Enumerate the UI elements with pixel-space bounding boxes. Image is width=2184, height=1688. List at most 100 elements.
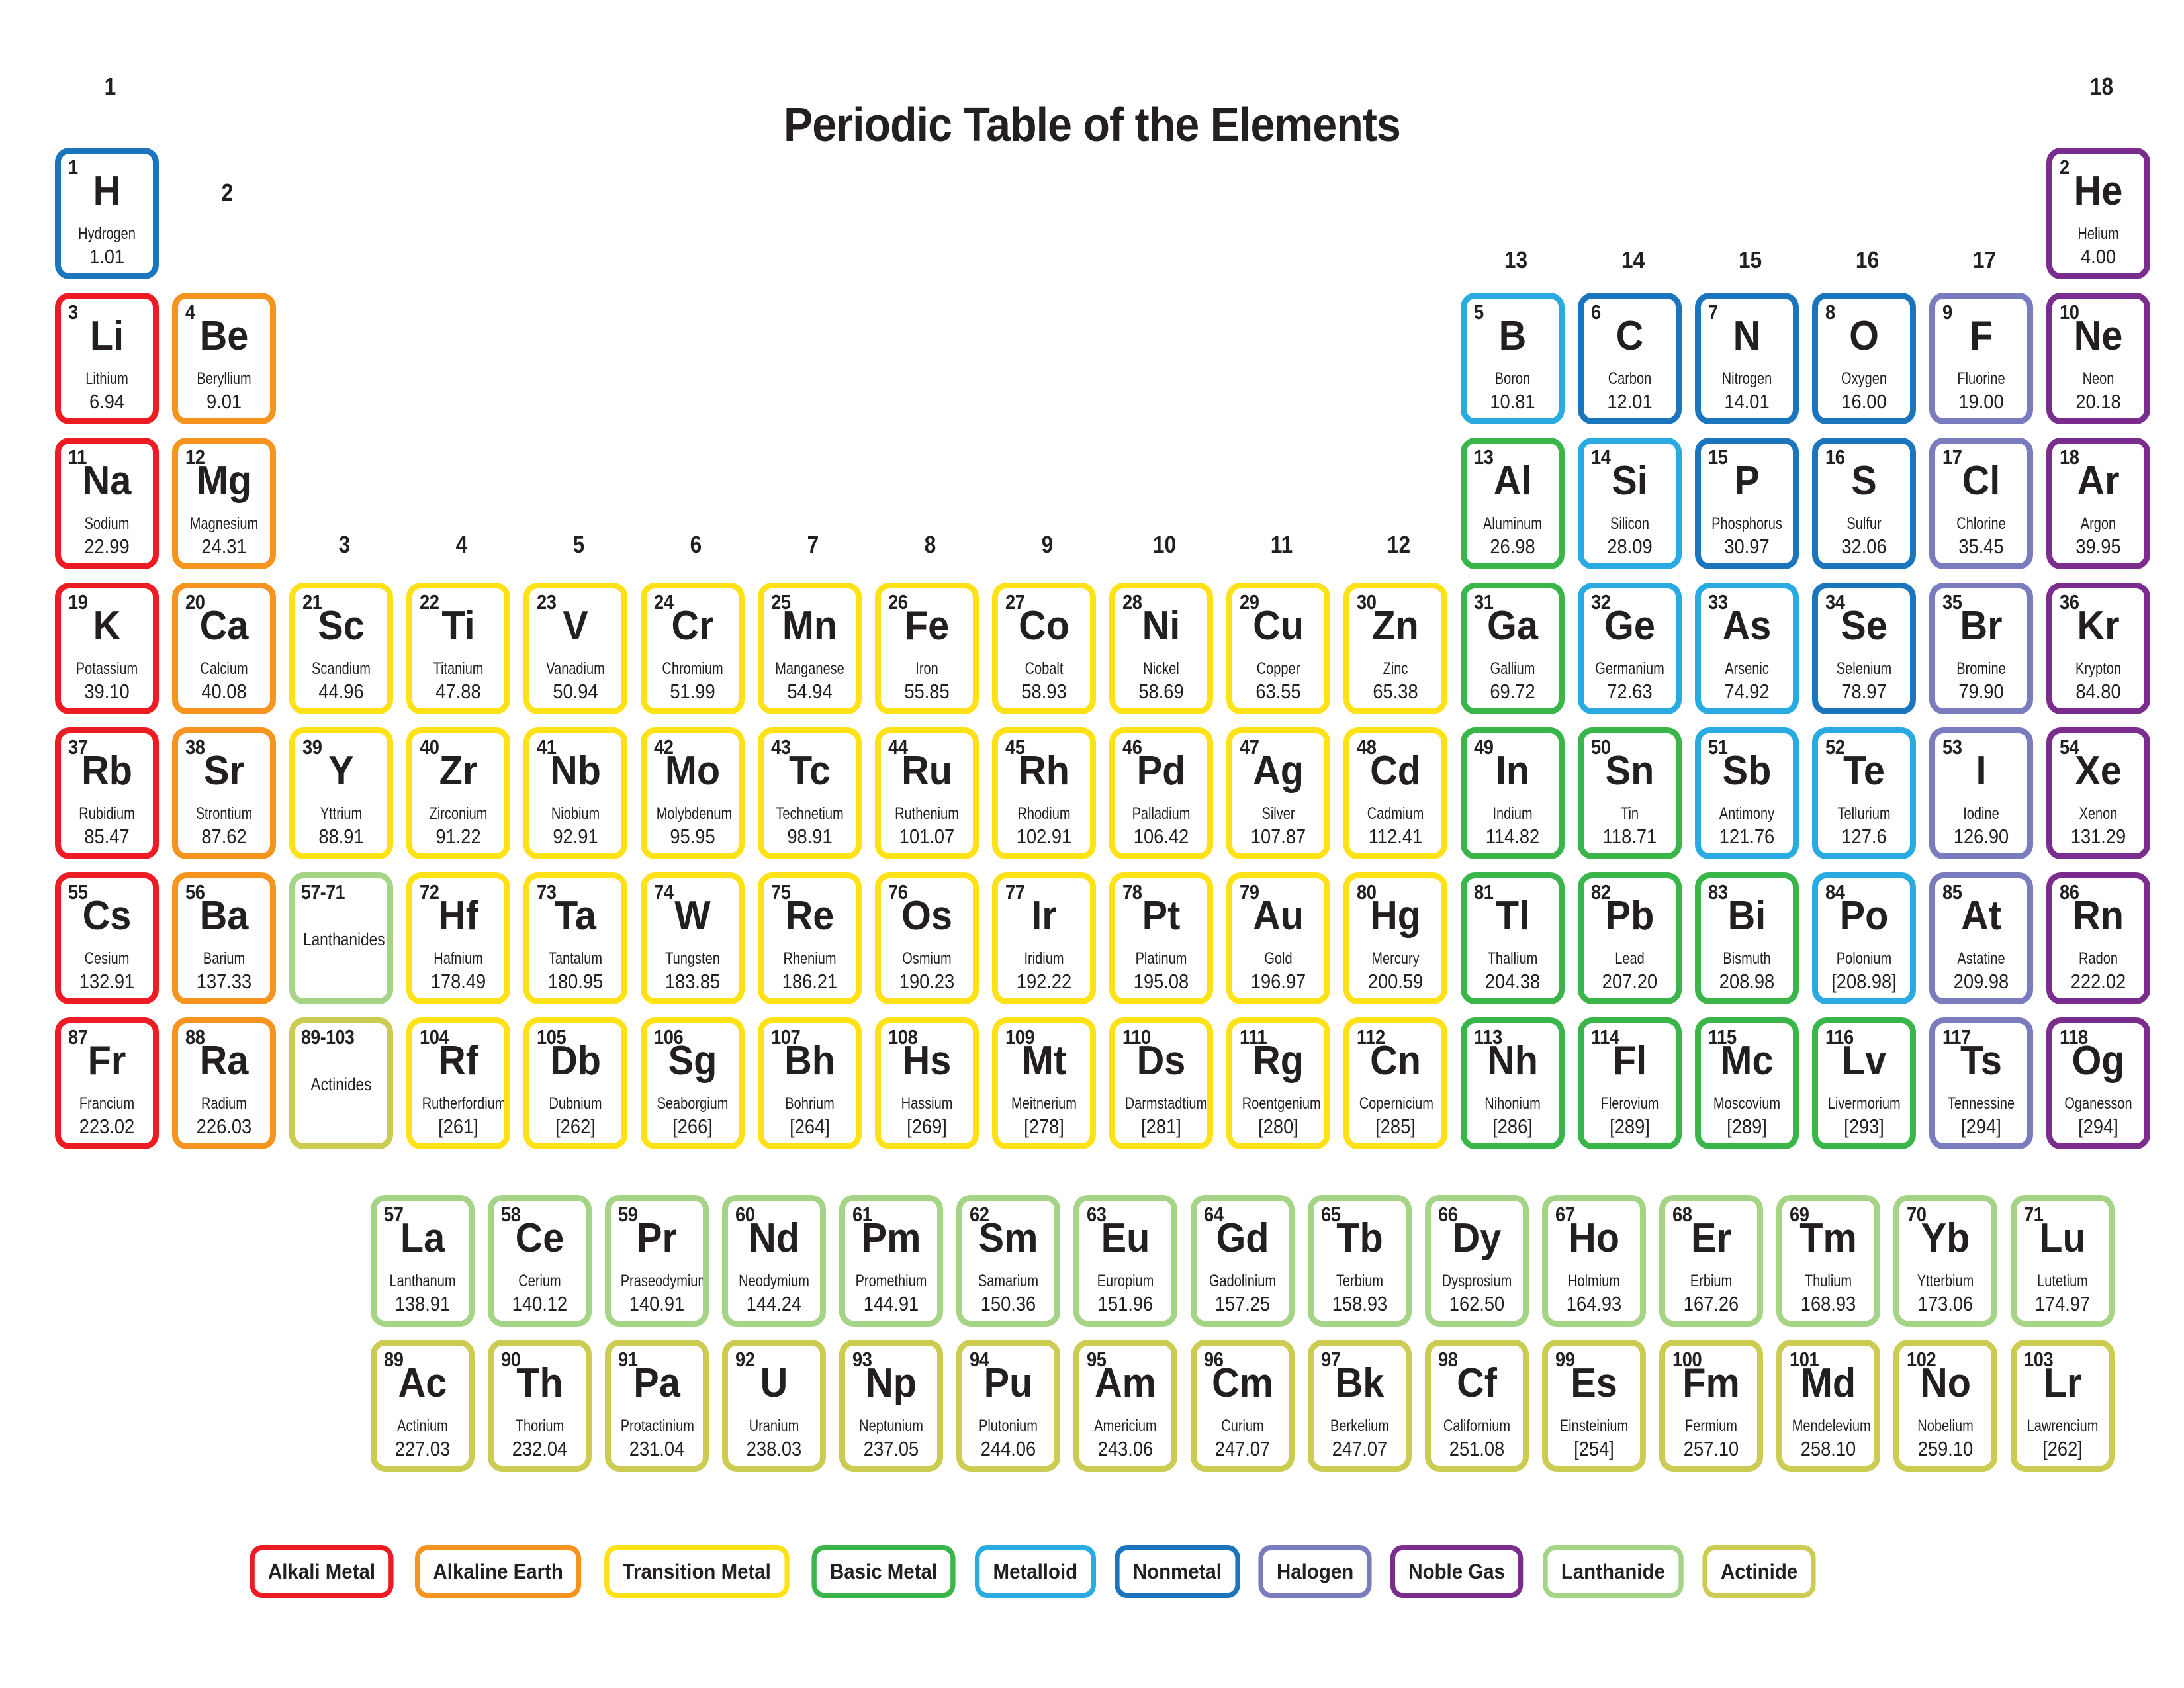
element-box[interactable]: 117 Ts Tennessine [294] <box>1929 1017 2033 1149</box>
element-cell-k[interactable]: 19 K Potassium 39.10 <box>52 579 169 724</box>
element-box[interactable]: 9 F Fluorine 19.00 <box>1929 293 2033 424</box>
element-cell-sb[interactable]: 51 Sb Antimony 121.76 <box>1692 724 1809 869</box>
element-box[interactable]: 45 Rh Rhodium 102.91 <box>992 727 1096 859</box>
element-box[interactable]: 49 In Indium 114.82 <box>1461 727 1565 859</box>
element-box[interactable]: 67 Ho Holmium 164.93 <box>1542 1195 1646 1327</box>
element-box[interactable]: 44 Ru Ruthenium 101.07 <box>875 727 979 859</box>
element-box[interactable]: 83 Bi Bismuth 208.98 <box>1695 872 1799 1004</box>
element-cell-ra[interactable]: 88 Ra Radium 226.03 <box>169 1014 286 1159</box>
element-cell-dy[interactable]: 66 Dy Dysprosium 162.50 <box>1422 1192 1539 1336</box>
element-box[interactable]: 106 Sg Seaborgium [266] <box>641 1017 745 1149</box>
element-box[interactable]: 77 Ir Iridium 192.22 <box>992 872 1096 1004</box>
element-box[interactable]: 94 Pu Plutonium 244.06 <box>956 1340 1060 1472</box>
element-box[interactable]: 47 Ag Silver 107.87 <box>1226 727 1330 859</box>
legend-item-transition-metal[interactable]: Transition Metal <box>604 1545 790 1598</box>
element-box[interactable]: 32 Ge Germanium 72.63 <box>1578 583 1682 714</box>
element-cell-f[interactable]: 9 F Fluorine 19.00 <box>1926 289 2043 434</box>
element-box[interactable]: 50 Sn Tin 118.71 <box>1578 727 1682 859</box>
element-box[interactable]: 34 Se Selenium 78.97 <box>1812 583 1916 714</box>
legend-item-basic-metal[interactable]: Basic Metal <box>811 1545 956 1598</box>
element-cell-s[interactable]: 16 S Sulfur 32.06 <box>1809 434 1926 579</box>
element-cell-89-103[interactable]: 89-103 Actinides <box>286 1014 403 1159</box>
element-box[interactable]: 87 Fr Francium 223.02 <box>55 1017 159 1149</box>
element-box[interactable]: 97 Bk Berkelium 247.07 <box>1308 1340 1412 1472</box>
element-cell-ge[interactable]: 32 Ge Germanium 72.63 <box>1574 579 1692 724</box>
element-cell-ne[interactable]: 10 Ne Neon 20.18 <box>2043 289 2160 434</box>
element-cell-tm[interactable]: 69 Tm Thulium 168.93 <box>1773 1192 1890 1336</box>
element-box[interactable]: 38 Sr Strontium 87.62 <box>172 727 276 859</box>
element-box[interactable]: 92 U Uranium 238.03 <box>722 1340 826 1472</box>
element-box[interactable]: 72 Hf Hafnium 178.49 <box>406 872 510 1004</box>
element-cell-pm[interactable]: 61 Pm Promethium 144.91 <box>836 1192 953 1336</box>
element-cell-cd[interactable]: 48 Cd Cadmium 112.41 <box>1340 724 1457 869</box>
element-cell-zr[interactable]: 40 Zr Zirconium 91.22 <box>403 724 520 869</box>
element-box[interactable]: 26 Fe Iron 55.85 <box>875 583 979 714</box>
element-cell-kr[interactable]: 36 Kr Krypton 84.80 <box>2043 579 2160 724</box>
element-cell-lr[interactable]: 103 Lr Lawrencium [262] <box>2007 1336 2124 1481</box>
element-box[interactable]: 111 Rg Roentgenium [280] <box>1226 1017 1330 1149</box>
element-box[interactable]: 60 Nd Neodymium 144.24 <box>722 1195 826 1327</box>
element-cell-si[interactable]: 14 Si Silicon 28.09 <box>1574 434 1692 579</box>
element-box[interactable]: 22 Ti Titanium 47.88 <box>406 583 510 714</box>
element-cell-pr[interactable]: 59 Pr Praseodymium 140.91 <box>602 1192 719 1336</box>
element-box[interactable]: 103 Lr Lawrencium [262] <box>2011 1340 2115 1472</box>
element-box[interactable]: 63 Eu Europium 151.96 <box>1073 1195 1177 1327</box>
element-cell-hg[interactable]: 80 Hg Mercury 200.59 <box>1340 869 1457 1014</box>
element-cell-rb[interactable]: 37 Rb Rubidium 85.47 <box>52 724 169 869</box>
element-box[interactable]: 99 Es Einsteinium [254] <box>1542 1340 1646 1472</box>
element-box[interactable]: 108 Hs Hassium [269] <box>875 1017 979 1149</box>
element-cell-pa[interactable]: 91 Pa Protactinium 231.04 <box>602 1336 719 1481</box>
element-cell-mn[interactable]: 25 Mn Manganese 54.94 <box>754 579 872 724</box>
element-cell-cm[interactable]: 96 Cm Curium 247.07 <box>1187 1336 1304 1481</box>
element-box[interactable]: 64 Gd Gadolinium 157.25 <box>1191 1195 1295 1327</box>
element-box[interactable]: 53 I Iodine 126.90 <box>1929 727 2033 859</box>
element-box[interactable]: 13 Al Aluminum 26.98 <box>1461 438 1565 569</box>
element-cell-au[interactable]: 79 Au Gold 196.97 <box>1223 869 1340 1014</box>
element-box[interactable]: 52 Te Tellurium 127.6 <box>1812 727 1916 859</box>
element-box[interactable]: 96 Cm Curium 247.07 <box>1191 1340 1295 1472</box>
element-cell-md[interactable]: 101 Md Mendelevium 258.10 <box>1773 1336 1890 1481</box>
element-box[interactable]: 40 Zr Zirconium 91.22 <box>406 727 510 859</box>
element-box[interactable]: 59 Pr Praseodymium 140.91 <box>605 1195 709 1327</box>
element-box[interactable]: 51 Sb Antimony 121.76 <box>1695 727 1799 859</box>
element-cell-pd[interactable]: 46 Pd Palladium 106.42 <box>1106 724 1223 869</box>
element-cell-po[interactable]: 84 Po Polonium [208.98] <box>1809 869 1926 1014</box>
element-box[interactable]: 7 N Nitrogen 14.01 <box>1695 293 1799 424</box>
element-cell-fe[interactable]: 26 Fe Iron 55.85 <box>872 579 989 724</box>
legend-item-actinide[interactable]: Actinide <box>1702 1545 1816 1598</box>
element-box[interactable]: 70 Yb Ytterbium 173.06 <box>1893 1195 1997 1327</box>
element-cell-pu[interactable]: 94 Pu Plutonium 244.06 <box>953 1336 1070 1481</box>
element-box[interactable]: 28 Ni Nickel 58.69 <box>1109 583 1213 714</box>
element-cell-ti[interactable]: 22 Ti Titanium 47.88 <box>403 579 520 724</box>
element-box[interactable]: 39 Y Yttrium 88.91 <box>289 727 393 859</box>
element-box[interactable]: 35 Br Bromine 79.90 <box>1929 583 2033 714</box>
element-cell-as[interactable]: 33 As Arsenic 74.92 <box>1692 579 1809 724</box>
element-cell-in[interactable]: 49 In Indium 114.82 <box>1457 724 1574 869</box>
element-box[interactable]: 25 Mn Manganese 54.94 <box>758 583 862 714</box>
element-box[interactable]: 20 Ca Calcium 40.08 <box>172 583 276 714</box>
element-cell-og[interactable]: 118 Og Oganesson [294] <box>2043 1014 2160 1159</box>
element-box[interactable]: 91 Pa Protactinium 231.04 <box>605 1340 709 1472</box>
element-cell-mo[interactable]: 42 Mo Molybdenum 95.95 <box>637 724 754 869</box>
element-box[interactable]: 65 Tb Terbium 158.93 <box>1308 1195 1412 1327</box>
element-cell-yb[interactable]: 70 Yb Ytterbium 173.06 <box>1890 1192 2007 1336</box>
legend-item-nonmetal[interactable]: Nonmetal <box>1115 1545 1240 1598</box>
element-cell-sg[interactable]: 106 Sg Seaborgium [266] <box>637 1014 754 1159</box>
element-box[interactable]: 1 H Hydrogen 1.01 <box>55 148 159 279</box>
element-cell-rn[interactable]: 86 Rn Radon 222.02 <box>2043 869 2160 1014</box>
element-cell-ca[interactable]: 20 Ca Calcium 40.08 <box>169 579 286 724</box>
element-box[interactable]: 89-103 Actinides <box>289 1017 393 1149</box>
element-box[interactable]: 41 Nb Niobium 92.91 <box>523 727 627 859</box>
element-cell-rg[interactable]: 111 Rg Roentgenium [280] <box>1223 1014 1340 1159</box>
element-box[interactable]: 37 Rb Rubidium 85.47 <box>55 727 159 859</box>
element-cell-hs[interactable]: 108 Hs Hassium [269] <box>872 1014 989 1159</box>
element-box[interactable]: 18 Ar Argon 39.95 <box>2046 438 2150 569</box>
element-cell-sr[interactable]: 38 Sr Strontium 87.62 <box>169 724 286 869</box>
element-cell-se[interactable]: 34 Se Selenium 78.97 <box>1809 579 1926 724</box>
element-cell-ds[interactable]: 110 Ds Darmstadtium [281] <box>1106 1014 1223 1159</box>
element-cell-ba[interactable]: 56 Ba Barium 137.33 <box>169 869 286 1014</box>
element-box[interactable]: 10 Ne Neon 20.18 <box>2046 293 2150 424</box>
element-box[interactable]: 62 Sm Samarium 150.36 <box>956 1195 1060 1327</box>
legend-item-alkali-metal[interactable]: Alkali Metal <box>250 1545 394 1598</box>
element-box[interactable]: 42 Mo Molybdenum 95.95 <box>641 727 745 859</box>
